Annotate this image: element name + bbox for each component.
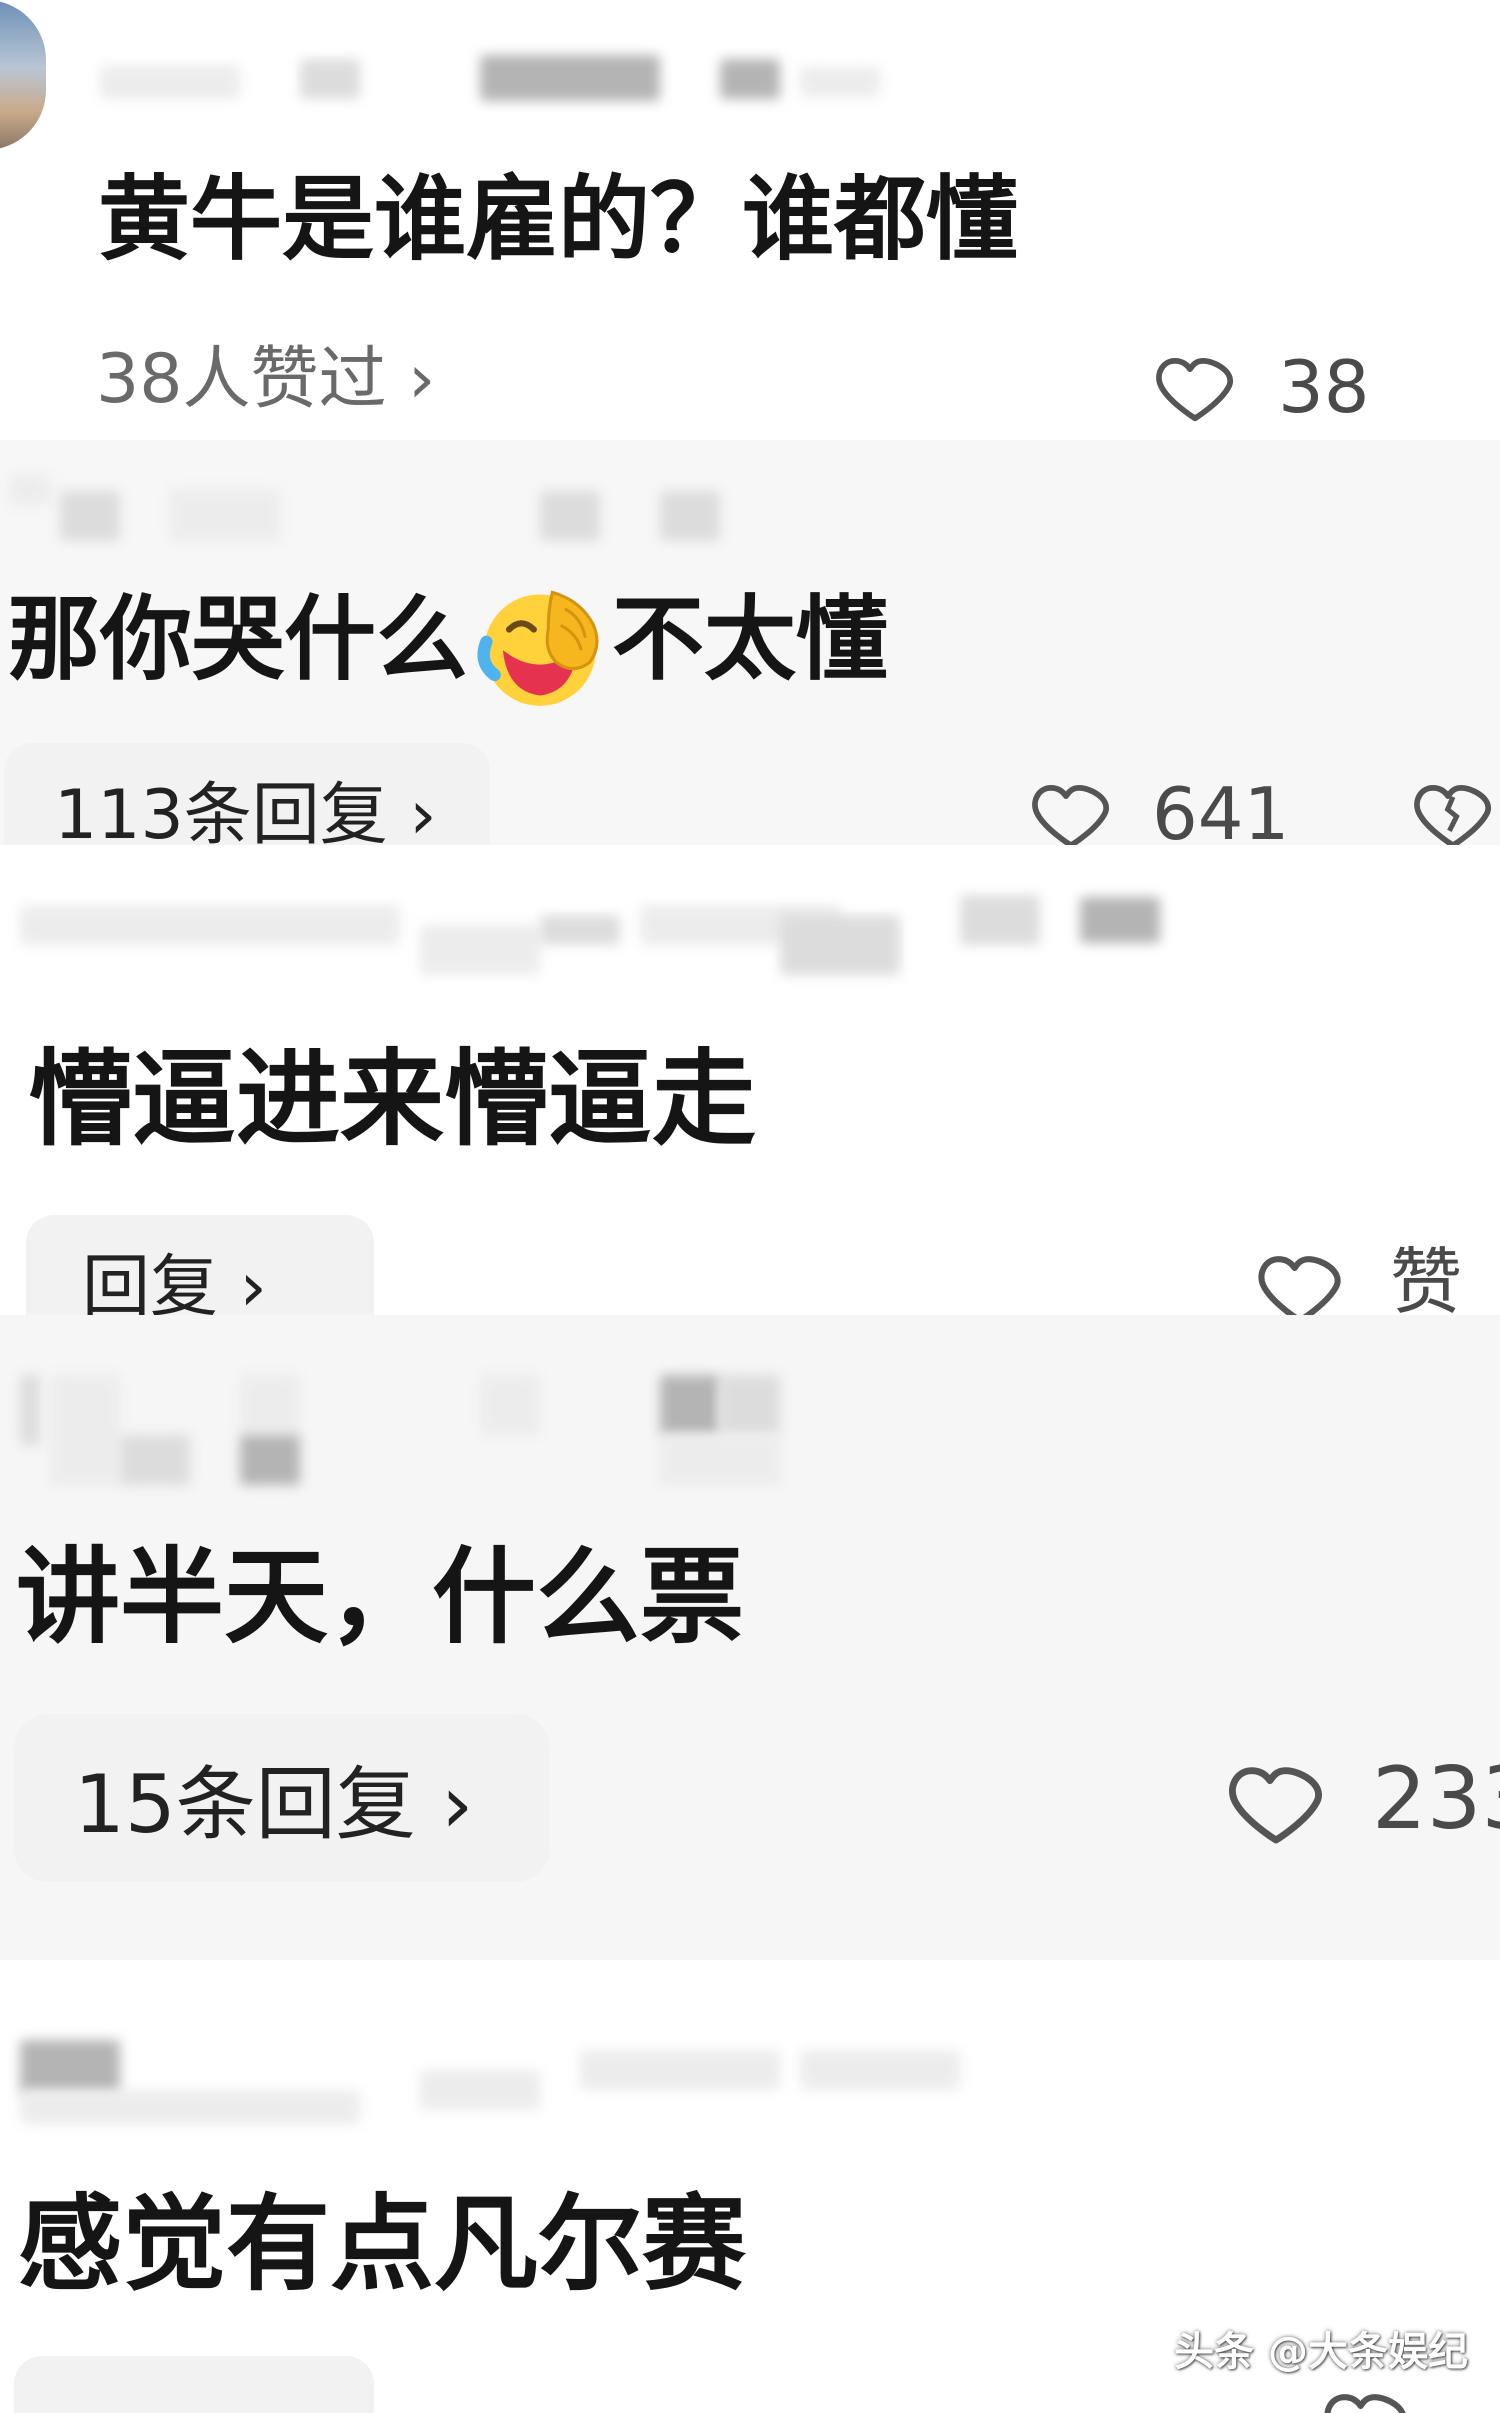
like-count: 38 bbox=[1278, 345, 1370, 429]
broken-heart-icon[interactable] bbox=[1410, 770, 1496, 845]
comment-2: 那你哭什么 不太懂 113条回复 › 641 bbox=[0, 440, 1500, 845]
laughing-crying-face-icon bbox=[477, 590, 599, 706]
reply-count-button[interactable]: 113条回复 › bbox=[4, 743, 490, 845]
username-blurred[interactable] bbox=[100, 55, 900, 110]
likes-summary-link[interactable]: 38人赞过 › bbox=[96, 340, 435, 420]
like-count: 233 bbox=[1372, 1749, 1500, 1849]
comment-text: 懵逼进来懵逼走 bbox=[28, 1038, 757, 1160]
comment-text-after: 不太懂 bbox=[612, 586, 889, 693]
comment-text: 那你哭什么 不太懂 bbox=[8, 570, 888, 712]
reply-button[interactable]: 回复 › bbox=[26, 1215, 374, 1315]
username-blurred[interactable] bbox=[10, 1375, 810, 1505]
comment-1: 黄牛是谁雇的？谁都懂 38人赞过 › 38 bbox=[0, 0, 1500, 440]
heart-icon[interactable] bbox=[1152, 343, 1238, 429]
watermark: 头条 @大条娱纪 bbox=[1174, 2329, 1468, 2375]
reply-label: 回复 › bbox=[82, 1247, 267, 1316]
avatar[interactable] bbox=[0, 0, 46, 150]
like-label: 赞 bbox=[1390, 1240, 1463, 1315]
heart-icon[interactable] bbox=[1320, 2378, 1412, 2413]
comment-text: 感觉有点凡尔赛 bbox=[18, 2183, 747, 2305]
reply-count-label: 113条回复 › bbox=[54, 775, 437, 846]
comment-text: 讲半天，什么票 bbox=[16, 1536, 745, 1658]
username-blurred[interactable] bbox=[20, 2040, 970, 2124]
username-blurred[interactable] bbox=[20, 895, 1170, 985]
username-blurred[interactable] bbox=[0, 475, 800, 545]
comment-text-before: 那你哭什么 bbox=[8, 586, 469, 693]
reply-count-label: 15条回复 › bbox=[74, 1758, 474, 1851]
heart-icon[interactable] bbox=[1224, 1749, 1328, 1853]
comment-text: 黄牛是谁雇的？谁都懂 bbox=[98, 166, 1019, 273]
reply-button[interactable] bbox=[14, 2356, 374, 2413]
reply-count-button[interactable]: 15条回复 › bbox=[14, 1714, 550, 1882]
like-count: 641 bbox=[1152, 772, 1290, 845]
heart-icon[interactable] bbox=[1028, 770, 1114, 845]
comment-4: 讲半天，什么票 15条回复 › 233 bbox=[0, 1315, 1500, 1960]
comment-3: 懵逼进来懵逼走 回复 › 赞 bbox=[0, 845, 1500, 1315]
heart-icon[interactable] bbox=[1254, 1240, 1346, 1315]
